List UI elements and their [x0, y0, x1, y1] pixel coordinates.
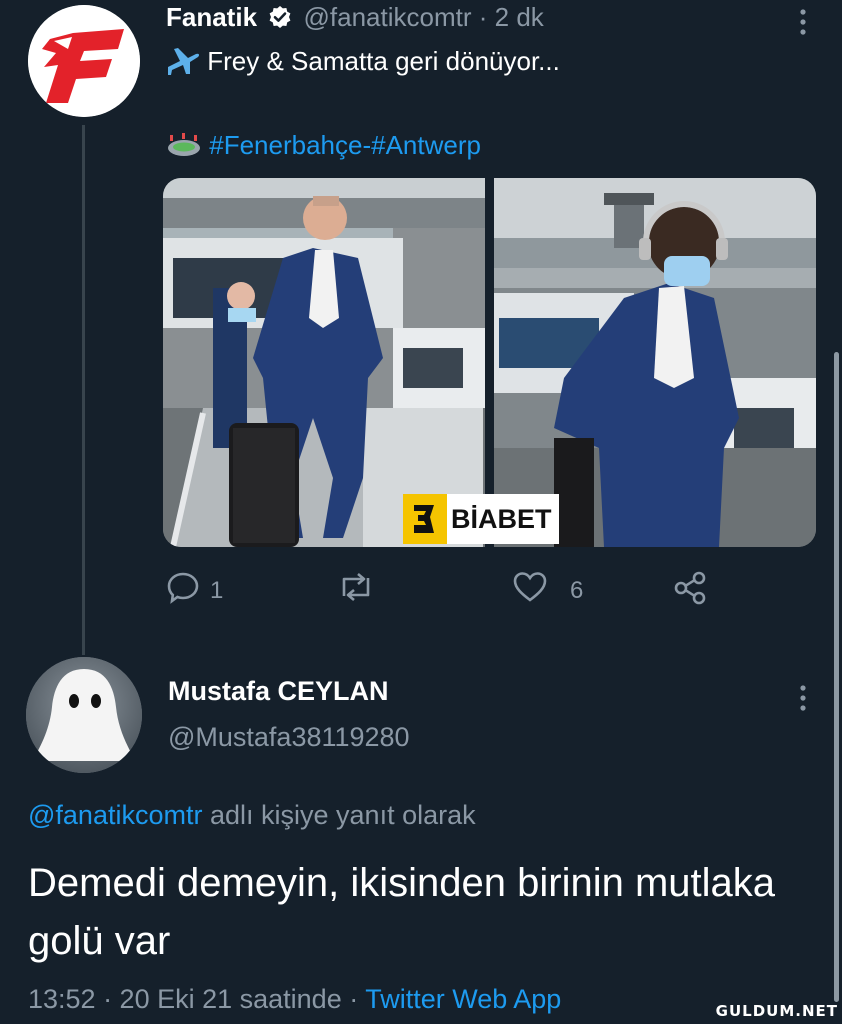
scrollbar[interactable] — [834, 352, 839, 1002]
share-action[interactable] — [672, 570, 708, 613]
reply-action[interactable]: 1 — [166, 570, 223, 611]
tweet-media-grid[interactable]: BİABET — [163, 178, 816, 547]
reply-author-name[interactable]: Mustafa CEYLAN — [168, 676, 389, 707]
replying-to-handle[interactable]: @fanatikcomtr — [28, 800, 202, 830]
tweet-action-bar: 1 6 — [166, 570, 726, 610]
fanatik-logo-icon — [28, 5, 140, 117]
biabet-logo: BİABET — [403, 494, 559, 544]
hashtag-link[interactable]: #Fenerbahçe-#Antwerp — [209, 130, 481, 160]
reply-timestamp[interactable]: 13:52 · 20 Eki 21 saatinde · — [28, 984, 358, 1014]
header-separator: · — [478, 2, 488, 32]
retweet-icon[interactable] — [336, 570, 376, 611]
share-icon[interactable] — [672, 570, 708, 613]
thread-connector-line — [82, 125, 85, 655]
reply-author-handle[interactable]: @Mustafa38119280 — [168, 722, 410, 753]
replying-to-line: @fanatikcomtr adlı kişiye yanıt olarak — [28, 800, 476, 831]
stadium-icon — [166, 130, 209, 160]
fanatik-avatar[interactable] — [28, 5, 140, 117]
reply-author-avatar[interactable] — [26, 657, 142, 773]
airplane-icon — [166, 46, 207, 76]
ghost-icon — [26, 657, 142, 773]
tweet-text-line-1: Frey & Samatta geri dönüyor... — [166, 45, 560, 77]
author-handle[interactable]: @fanatikcomtr — [304, 2, 472, 32]
more-options-icon[interactable] — [798, 8, 808, 38]
reply-meta: 13:52 · 20 Eki 21 saatinde · Twitter Web… — [28, 984, 561, 1015]
biabet-mark-icon — [403, 494, 447, 544]
verified-badge-icon — [268, 5, 292, 36]
biabet-logo-text: BİABET — [451, 503, 552, 534]
tweet-time[interactable]: 2 dk — [495, 2, 544, 32]
reply-source-link[interactable]: Twitter Web App — [365, 984, 561, 1014]
reply-text: Demedi demeyin, ikisinden birinin mutlak… — [28, 861, 776, 963]
watermark-text: GULDUM.NET — [715, 1002, 838, 1020]
like-icon[interactable] — [512, 570, 548, 611]
replying-to-suffix: adlı kişiye yanıt olarak — [209, 800, 476, 830]
tweet-text-content: Frey & Samatta geri dönüyor... — [207, 46, 560, 76]
retweet-action[interactable] — [336, 570, 386, 611]
reply-more-options-icon[interactable] — [798, 684, 808, 714]
tweet-header: Fanatik @fanatikcomtr · 2 dk — [166, 2, 544, 36]
tweet-text-line-2: #Fenerbahçe-#Antwerp — [166, 130, 481, 161]
tweet-photo-left[interactable] — [163, 178, 485, 547]
author-name[interactable]: Fanatik — [166, 2, 257, 32]
tweet-photo-right[interactable] — [494, 178, 816, 547]
reply-count: 1 — [210, 576, 224, 604]
reply-icon[interactable] — [166, 570, 200, 611]
like-action[interactable]: 6 — [512, 570, 583, 611]
like-count: 6 — [570, 576, 584, 604]
